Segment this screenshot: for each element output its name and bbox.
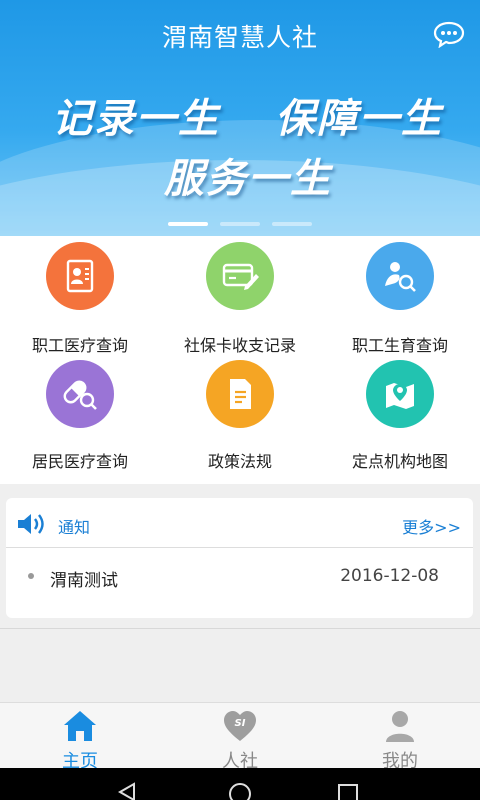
notice-title: 通知: [58, 518, 91, 537]
grid-item-employee-medical[interactable]: 职工医疗查询: [0, 236, 160, 360]
recents-icon[interactable]: [336, 782, 360, 800]
banner-slogan: 记录一生: [52, 96, 220, 142]
more-link[interactable]: 更多>>: [402, 514, 461, 538]
notice-header: 通知 更多>>: [6, 498, 473, 548]
carousel-dot: [272, 222, 312, 226]
notice-item-title: 渭南测试: [50, 571, 118, 591]
grid-item-maternity[interactable]: 职工生育查询: [320, 236, 480, 360]
tab-mine[interactable]: 我的: [320, 703, 480, 772]
system-nav-bar: [0, 768, 480, 800]
carousel-dot: [168, 222, 208, 226]
home-nav-icon[interactable]: [226, 782, 254, 800]
map-pin-icon: [366, 360, 434, 428]
grid-item-label: 职工医疗查询: [31, 336, 128, 355]
document-icon: [206, 360, 274, 428]
grid-item-label: 定点机构地图: [351, 452, 448, 471]
back-icon[interactable]: [116, 782, 140, 800]
grid-item-label: 政策法规: [207, 452, 272, 471]
list-item[interactable]: 渭南测试 2016-12-08: [6, 548, 473, 608]
feature-grid: 职工医疗查询 社保卡收支记录 职工生育查询 居民医疗查询 政策法规 定点机构地图: [0, 236, 480, 484]
grid-item-card-records[interactable]: 社保卡收支记录: [160, 236, 320, 360]
banner-carousel[interactable]: 渭南智慧人社 记录一生 保障一生 服务一生: [0, 0, 480, 236]
grid-item-label: 居民医疗查询: [31, 452, 128, 471]
pill-search-icon: [46, 360, 114, 428]
divider: [0, 628, 480, 629]
banner-slogan: 保障一生: [275, 96, 443, 142]
notice-card: 通知 更多>> 渭南测试 2016-12-08: [6, 498, 473, 618]
app-title: 渭南智慧人社: [161, 23, 318, 52]
grid-item-label: 社保卡收支记录: [183, 336, 296, 355]
tab-social-security[interactable]: SI 人社: [160, 703, 320, 772]
carousel-indicator: [0, 222, 480, 226]
bullet-icon: [28, 573, 34, 579]
id-card-icon: [46, 242, 114, 310]
grid-item-map[interactable]: 定点机构地图: [320, 360, 480, 484]
banner-slogan: 服务一生: [164, 156, 332, 202]
grid-item-label: 职工生育查询: [351, 336, 448, 355]
si-heart-icon: SI: [224, 711, 256, 741]
tab-home[interactable]: 主页: [0, 703, 160, 772]
carousel-dot: [220, 222, 260, 226]
grid-item-policy[interactable]: 政策法规: [160, 360, 320, 484]
card-edit-icon: [206, 242, 274, 310]
home-icon: [64, 711, 96, 741]
notice-item-date: 2016-12-08: [340, 566, 439, 586]
grid-item-resident-medical[interactable]: 居民医疗查询: [0, 360, 160, 484]
bottom-tab-bar: 主页 SI 人社 我的: [0, 702, 480, 772]
speaker-icon: [18, 514, 44, 534]
user-icon: [386, 711, 414, 742]
chat-bubble-icon[interactable]: [432, 20, 466, 48]
baby-search-icon: [366, 242, 434, 310]
svg-text:SI: SI: [235, 718, 246, 729]
